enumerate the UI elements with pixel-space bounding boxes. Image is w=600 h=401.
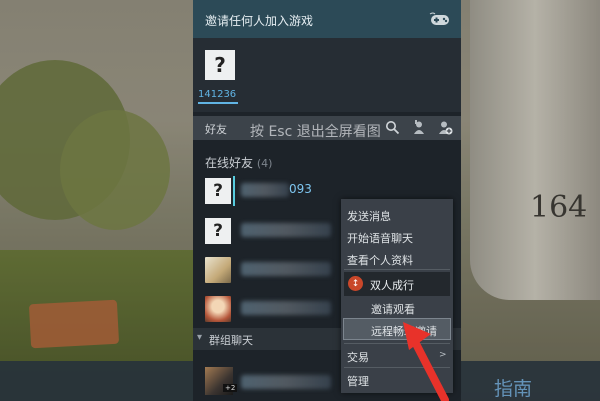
- menu-manage[interactable]: 管理: [347, 373, 369, 389]
- menu-invite-watch[interactable]: 邀请观看: [371, 301, 415, 317]
- group-member-badge: +2: [223, 384, 238, 392]
- group-chat-label: 群组聊天: [209, 334, 253, 347]
- online-status-indicator: [233, 176, 235, 206]
- blurred-name: [241, 223, 331, 237]
- menu-voice-chat[interactable]: 开始语音聊天: [347, 230, 413, 246]
- recent-players: ? 141236: [193, 38, 461, 112]
- friends-label: 好友: [205, 123, 227, 136]
- menu-separator: [344, 269, 450, 270]
- controller-icon[interactable]: [429, 12, 451, 26]
- recent-player-id[interactable]: 141236: [198, 89, 236, 100]
- menu-send-message[interactable]: 发送消息: [347, 208, 391, 224]
- search-icon[interactable]: [385, 120, 400, 135]
- friend-avatar-photo: [205, 257, 231, 283]
- online-friends-label: 在线好友: [205, 156, 254, 170]
- invite-header: 邀请任何人加入游戏: [193, 0, 461, 38]
- chevron-down-icon: ▾: [197, 332, 203, 343]
- friend-avatar: ?: [205, 178, 231, 204]
- invite-title: 邀请任何人加入游戏: [205, 14, 314, 28]
- friend-name-suffix: 093: [289, 182, 312, 196]
- game-icon: ↕: [348, 276, 363, 291]
- annotation-arrow-icon: [403, 322, 449, 401]
- menu-view-profile[interactable]: 查看个人资料: [347, 252, 413, 268]
- recent-player-avatar[interactable]: ?: [205, 50, 235, 80]
- fullscreen-hint: 按 Esc 退出全屏看图: [250, 124, 381, 140]
- blurred-name: [241, 183, 289, 197]
- online-friends-count: (4): [256, 157, 273, 170]
- add-group-icon[interactable]: [438, 120, 453, 135]
- blurred-name: [241, 301, 331, 315]
- friend-avatar-photo: [205, 296, 231, 322]
- online-friends-title: 在线好友 (4): [205, 154, 272, 171]
- friend-avatar: ?: [205, 218, 231, 244]
- blurred-name: [241, 375, 331, 389]
- add-friend-icon[interactable]: [412, 120, 427, 135]
- recent-player-underline: [198, 102, 238, 104]
- blurred-name: [241, 262, 331, 276]
- menu-game-header: ↕ 双人成行: [344, 272, 450, 296]
- menu-game-name: 双人成行: [370, 279, 414, 292]
- menu-trade[interactable]: 交易: [347, 349, 369, 365]
